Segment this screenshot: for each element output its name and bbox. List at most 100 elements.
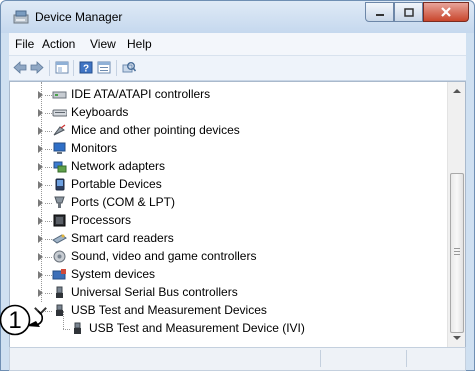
tree-category[interactable]: Keyboards: [10, 104, 448, 122]
tree-connector: [45, 293, 52, 294]
tree-item-label: Smart card readers: [71, 231, 174, 245]
tree-category[interactable]: Ports (COM & LPT): [10, 194, 448, 212]
usb-controller-icon: [56, 286, 63, 298]
tree-category[interactable]: Sound, video and game controllers: [10, 248, 448, 266]
expand-icon[interactable]: [38, 235, 43, 243]
expand-icon[interactable]: [38, 127, 43, 135]
tree-item-label: USB Test and Measurement Devices: [71, 303, 267, 317]
tree-item-label: Sound, video and game controllers: [71, 249, 257, 263]
tree-connector: [45, 221, 52, 222]
tree-item-label: Portable Devices: [71, 177, 162, 191]
tree-item-usb-test-device[interactable]: USB Test and Measurement Device (IVI): [10, 311, 448, 338]
menu-file[interactable]: File: [15, 37, 34, 51]
tree-connector: [63, 311, 64, 329]
properties-icon[interactable]: [97, 61, 111, 74]
device-tree-pane: IDE ATA/ATAPI controllers Keyboards Mice a…: [9, 81, 466, 348]
menu-bar: File Action View Help: [9, 33, 466, 56]
maximize-button[interactable]: [394, 2, 423, 22]
status-panel-divider: [406, 350, 407, 367]
tree-connector: [45, 311, 52, 312]
tree-connector: [45, 95, 52, 96]
tree-item-label: Ports (COM & LPT): [71, 195, 176, 209]
tree-connector: [45, 149, 52, 150]
scroll-up-icon[interactable]: [453, 89, 461, 93]
expand-icon[interactable]: [38, 217, 43, 225]
expand-icon[interactable]: [38, 163, 43, 171]
mouse-icon: [53, 124, 66, 136]
tree-category[interactable]: Processors: [10, 212, 448, 230]
tree-category[interactable]: System devices: [10, 266, 448, 284]
smart-card-icon: [52, 234, 67, 244]
forward-icon[interactable]: [30, 61, 44, 74]
network-adapter-icon: [53, 161, 67, 173]
tree-connector: [45, 167, 52, 168]
tree-item-label: Keyboards: [71, 105, 129, 119]
device-tree: IDE ATA/ATAPI controllers Keyboards Mice a…: [10, 82, 448, 347]
tree-connector: [45, 257, 52, 258]
expand-icon[interactable]: [38, 91, 43, 99]
vertical-scrollbar[interactable]: [447, 82, 465, 347]
tree-connector: [45, 185, 52, 186]
tree-item-label: Network adapters: [71, 159, 166, 173]
tree-category[interactable]: Universal Serial Bus controllers: [10, 284, 448, 302]
title-bar[interactable]: Device Manager: [1, 1, 474, 33]
tree-connector: [45, 131, 52, 132]
tree-item-label: Universal Serial Bus controllers: [71, 285, 238, 299]
tree-category[interactable]: Smart card readers: [10, 230, 448, 248]
menu-view[interactable]: View: [90, 37, 116, 51]
maximize-icon: [403, 7, 414, 17]
usb-plug-icon: [56, 304, 63, 316]
tree-item-label: Processors: [71, 213, 132, 227]
processor-icon: [53, 214, 66, 227]
scroll-thumb[interactable]: [450, 173, 464, 333]
toolbar-separator: [116, 60, 117, 76]
expand-icon[interactable]: [38, 199, 43, 207]
ide-controller-icon: [52, 91, 67, 99]
caption-buttons: [365, 2, 469, 22]
expand-icon[interactable]: [38, 145, 43, 153]
usb-plug-icon: [74, 322, 81, 334]
close-icon: [441, 7, 451, 17]
monitor-icon: [53, 142, 66, 154]
device-manager-icon: [13, 10, 29, 24]
toolbar-separator: [73, 60, 74, 76]
port-icon: [54, 196, 65, 208]
sound-icon: [53, 250, 66, 263]
expand-icon[interactable]: [38, 289, 43, 297]
tree-connector: [63, 329, 70, 330]
menu-action[interactable]: Action: [42, 37, 75, 51]
keyboard-icon: [52, 109, 67, 117]
back-icon[interactable]: [13, 61, 27, 74]
show-hide-console-tree-icon[interactable]: [55, 61, 69, 74]
device-manager-window: Device Manager File Action View Help ? I…: [0, 0, 475, 371]
tree-connector: [45, 239, 52, 240]
tree-category[interactable]: Portable Devices: [10, 176, 448, 194]
tree-category[interactable]: Monitors: [10, 140, 448, 158]
expand-icon[interactable]: [38, 109, 43, 117]
menu-help[interactable]: Help: [127, 37, 152, 51]
minimize-button[interactable]: [365, 2, 394, 22]
minimize-icon: [375, 14, 384, 16]
status-bar: [9, 347, 466, 371]
help-icon[interactable]: ?: [79, 61, 93, 74]
tree-item-label: IDE ATA/ATAPI controllers: [71, 87, 211, 101]
close-button[interactable]: [423, 2, 469, 22]
scroll-grip-line: [454, 251, 460, 252]
tree-category[interactable]: USB Test and Measurement Devices: [10, 302, 448, 320]
expand-icon[interactable]: [38, 271, 43, 279]
system-device-icon: [52, 269, 66, 280]
tree-item-label: Mice and other pointing devices: [71, 123, 240, 137]
collapse-icon[interactable]: [34, 302, 47, 315]
tree-category[interactable]: IDE ATA/ATAPI controllers: [10, 86, 448, 104]
tree-category[interactable]: Network adapters: [10, 158, 448, 176]
tree-connector: [45, 203, 52, 204]
tree-category[interactable]: Mice and other pointing devices: [10, 122, 448, 140]
scroll-down-icon[interactable]: [453, 336, 461, 340]
tree-item-label: Monitors: [71, 141, 118, 155]
expand-icon[interactable]: [38, 253, 43, 261]
scan-hardware-changes-icon[interactable]: [122, 61, 136, 74]
tree-item-label: USB Test and Measurement Device (IVI): [89, 321, 305, 335]
window-title: Device Manager: [35, 10, 123, 24]
expand-icon[interactable]: [38, 181, 43, 189]
status-panel-divider: [320, 350, 321, 367]
